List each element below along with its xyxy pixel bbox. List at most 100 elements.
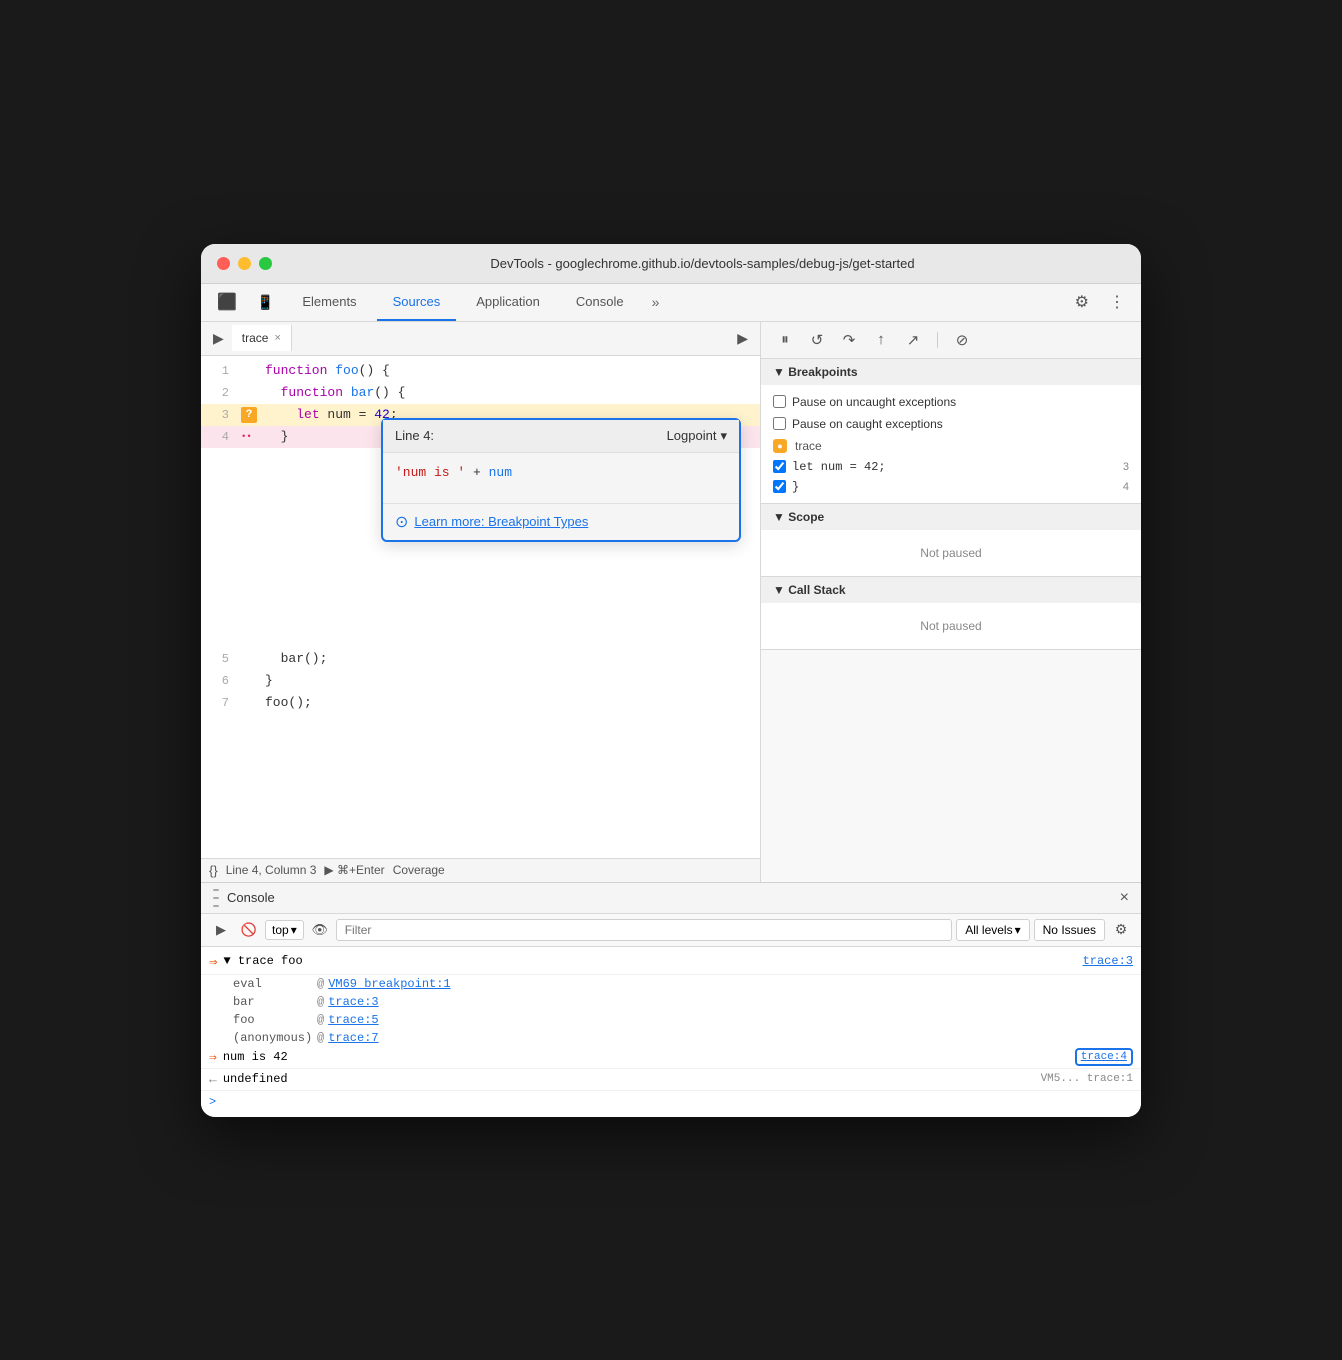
code-editor[interactable]: 1 function foo() { 2 function bar() { 3 bbox=[201, 356, 760, 858]
deactivate-breakpoints-btn[interactable]: ⊘ bbox=[950, 328, 974, 352]
settings-icon[interactable]: ⚙ bbox=[1067, 284, 1097, 320]
main-tabbar: ⬛ 📱 Elements Sources Application Console… bbox=[201, 284, 1141, 322]
console-resize-handle[interactable] bbox=[213, 889, 219, 907]
traffic-light-red[interactable] bbox=[217, 257, 230, 270]
console-issues-btn[interactable]: No Issues bbox=[1034, 919, 1105, 941]
result-value: num is 42 bbox=[223, 1050, 288, 1064]
breakpoint-2-checkbox[interactable] bbox=[773, 480, 786, 493]
show-navigator-icon[interactable]: ▶ bbox=[205, 322, 232, 355]
console-title: Console bbox=[227, 890, 1120, 905]
trace-row-eval: eval @ VM69 breakpoint:1 bbox=[201, 975, 1141, 993]
top-context-dropdown[interactable]: top ▾ bbox=[265, 920, 304, 940]
devtools-window: DevTools - googlechrome.github.io/devtoo… bbox=[201, 244, 1141, 1117]
undefined-file[interactable]: VM5... trace:1 bbox=[1041, 1073, 1133, 1085]
console-result-undefined: ← undefined VM5... trace:1 bbox=[201, 1069, 1141, 1091]
pause-caught-checkbox[interactable] bbox=[773, 417, 786, 430]
breakpoint-types-link[interactable]: Learn more: Breakpoint Types bbox=[414, 514, 588, 529]
file-tabs: ▶ trace × ▶ bbox=[201, 322, 760, 356]
callstack-header[interactable]: ▼ Call Stack bbox=[761, 577, 1141, 603]
device-toolbar-icon[interactable]: 📱 bbox=[249, 286, 282, 319]
tab-elements[interactable]: Elements bbox=[286, 284, 372, 321]
console-toolbar: ▶ 🚫 top ▾ 👁 All levels ▾ No Issues ⚙ bbox=[201, 914, 1141, 947]
console-issues-label: No Issues bbox=[1043, 923, 1096, 937]
eye-icon[interactable]: 👁 bbox=[308, 918, 332, 942]
step-btn[interactable]: ↗ bbox=[901, 328, 925, 352]
trace-eval-link[interactable]: VM69 breakpoint:1 bbox=[328, 977, 450, 991]
console-filter-input[interactable] bbox=[336, 919, 953, 941]
breakpoint-item-2: } 4 bbox=[761, 477, 1141, 497]
step-into-btn[interactable]: ↷ bbox=[837, 328, 861, 352]
trace-at-1: @ bbox=[317, 977, 324, 991]
pause-caught-item: Pause on caught exceptions bbox=[761, 413, 1141, 435]
main-layout: ▶ trace × ▶ 1 function foo() { bbox=[201, 322, 1141, 882]
top-context-label: top bbox=[272, 923, 289, 937]
console-prompt: > bbox=[201, 1091, 1141, 1113]
inspector-icon[interactable]: ⬛ bbox=[209, 284, 245, 320]
chevron-down-icon: ▾ bbox=[720, 428, 727, 444]
step-out-btn[interactable]: ↑ bbox=[869, 328, 893, 352]
traffic-light-yellow[interactable] bbox=[238, 257, 251, 270]
step-over-btn[interactable]: ↺ bbox=[805, 328, 829, 352]
line-number-3: 3 bbox=[201, 404, 241, 426]
result-file-link[interactable]: trace:4 bbox=[1075, 1048, 1133, 1066]
trace-row-bar: bar @ trace:3 bbox=[201, 993, 1141, 1011]
tab-console[interactable]: Console bbox=[560, 284, 640, 321]
trace-anon-link[interactable]: trace:7 bbox=[328, 1031, 378, 1045]
line-number-5: 5 bbox=[201, 648, 241, 670]
file-tab-trace[interactable]: trace × bbox=[232, 325, 292, 351]
sources-right-panel: ⏸ ↺ ↷ ↑ ↗ ⊘ ▼ Breakpoints Pause on uncau… bbox=[761, 322, 1141, 882]
line-code-7: foo(); bbox=[257, 692, 312, 714]
pretty-print-icon[interactable]: {} bbox=[209, 863, 218, 878]
trace-foo-label[interactable]: ▼ trace foo bbox=[223, 954, 302, 968]
logpoint-badge-4: •• bbox=[241, 426, 257, 448]
run-snippet-btn[interactable]: ▶ ⌘+Enter bbox=[324, 863, 384, 877]
line-number-7: 7 bbox=[201, 692, 241, 714]
close-drawer-icon[interactable]: ▶ bbox=[729, 324, 756, 353]
trace-bar-label: bar bbox=[233, 995, 313, 1009]
console-panel: Console × ▶ 🚫 top ▾ 👁 All levels ▾ No Is… bbox=[201, 882, 1141, 1117]
console-levels-dropdown[interactable]: All levels ▾ bbox=[956, 919, 1029, 941]
more-options-icon[interactable]: ⋮ bbox=[1101, 284, 1133, 320]
logpoint-popup: Line 4: Logpoint ▾ 'num is ' + num ⊙ L bbox=[381, 418, 741, 542]
traffic-light-green[interactable] bbox=[259, 257, 272, 270]
scope-content: Not paused bbox=[761, 530, 1141, 576]
line-code-4: } bbox=[257, 426, 288, 448]
breakpoints-content: Pause on uncaught exceptions Pause on ca… bbox=[761, 385, 1141, 503]
trace-entry-file[interactable]: trace:3 bbox=[1067, 954, 1133, 968]
trace-at-3: @ bbox=[317, 1013, 324, 1027]
console-settings-btn[interactable]: ⚙ bbox=[1109, 918, 1133, 942]
logpoint-input-area[interactable]: 'num is ' + num bbox=[383, 453, 739, 503]
file-tab-close[interactable]: × bbox=[274, 332, 280, 344]
tab-sources[interactable]: Sources bbox=[377, 284, 457, 321]
scope-header[interactable]: ▼ Scope bbox=[761, 504, 1141, 530]
trace-foo-link[interactable]: trace:5 bbox=[328, 1013, 378, 1027]
trace-at-4: @ bbox=[317, 1031, 324, 1045]
breakpoints-title: ▼ Breakpoints bbox=[773, 365, 858, 379]
result-arrow-icon: ⇒ bbox=[209, 1050, 217, 1065]
trace-foo-row-label: foo bbox=[233, 1013, 313, 1027]
clear-console-btn[interactable]: ▶ bbox=[209, 918, 233, 942]
console-close-btn[interactable]: × bbox=[1120, 889, 1129, 907]
more-tabs-button[interactable]: » bbox=[644, 286, 668, 318]
breakpoints-header[interactable]: ▼ Breakpoints bbox=[761, 359, 1141, 385]
block-network-btn[interactable]: 🚫 bbox=[237, 918, 261, 942]
breakpoint-item-1: let num = 42; 3 bbox=[761, 457, 1141, 477]
breakpoint-1-checkbox[interactable] bbox=[773, 460, 786, 473]
trace-bar-link[interactable]: trace:3 bbox=[328, 995, 378, 1009]
trace-anon-label: (anonymous) bbox=[233, 1031, 313, 1045]
coverage-label[interactable]: Coverage bbox=[393, 863, 445, 877]
undefined-arrow-icon: ← bbox=[209, 1072, 217, 1087]
result-file-link-container: trace:4 bbox=[1075, 1051, 1133, 1063]
logpoint-type-dropdown[interactable]: Logpoint ▾ bbox=[667, 428, 727, 444]
pause-uncaught-checkbox[interactable] bbox=[773, 395, 786, 408]
top-dropdown-chevron: ▾ bbox=[291, 923, 297, 937]
line-number-1: 1 bbox=[201, 360, 241, 382]
circle-arrow-icon: ⊙ bbox=[395, 512, 408, 532]
prompt-icon[interactable]: > bbox=[209, 1095, 216, 1109]
breakpoint-2-line: 4 bbox=[1123, 481, 1129, 493]
line-number-6: 6 bbox=[201, 670, 241, 692]
breakpoint-badge-3: ? bbox=[241, 407, 257, 423]
pause-resume-btn[interactable]: ⏸ bbox=[773, 328, 797, 352]
tab-application[interactable]: Application bbox=[460, 284, 556, 321]
trace-row-foo: foo @ trace:5 bbox=[201, 1011, 1141, 1029]
